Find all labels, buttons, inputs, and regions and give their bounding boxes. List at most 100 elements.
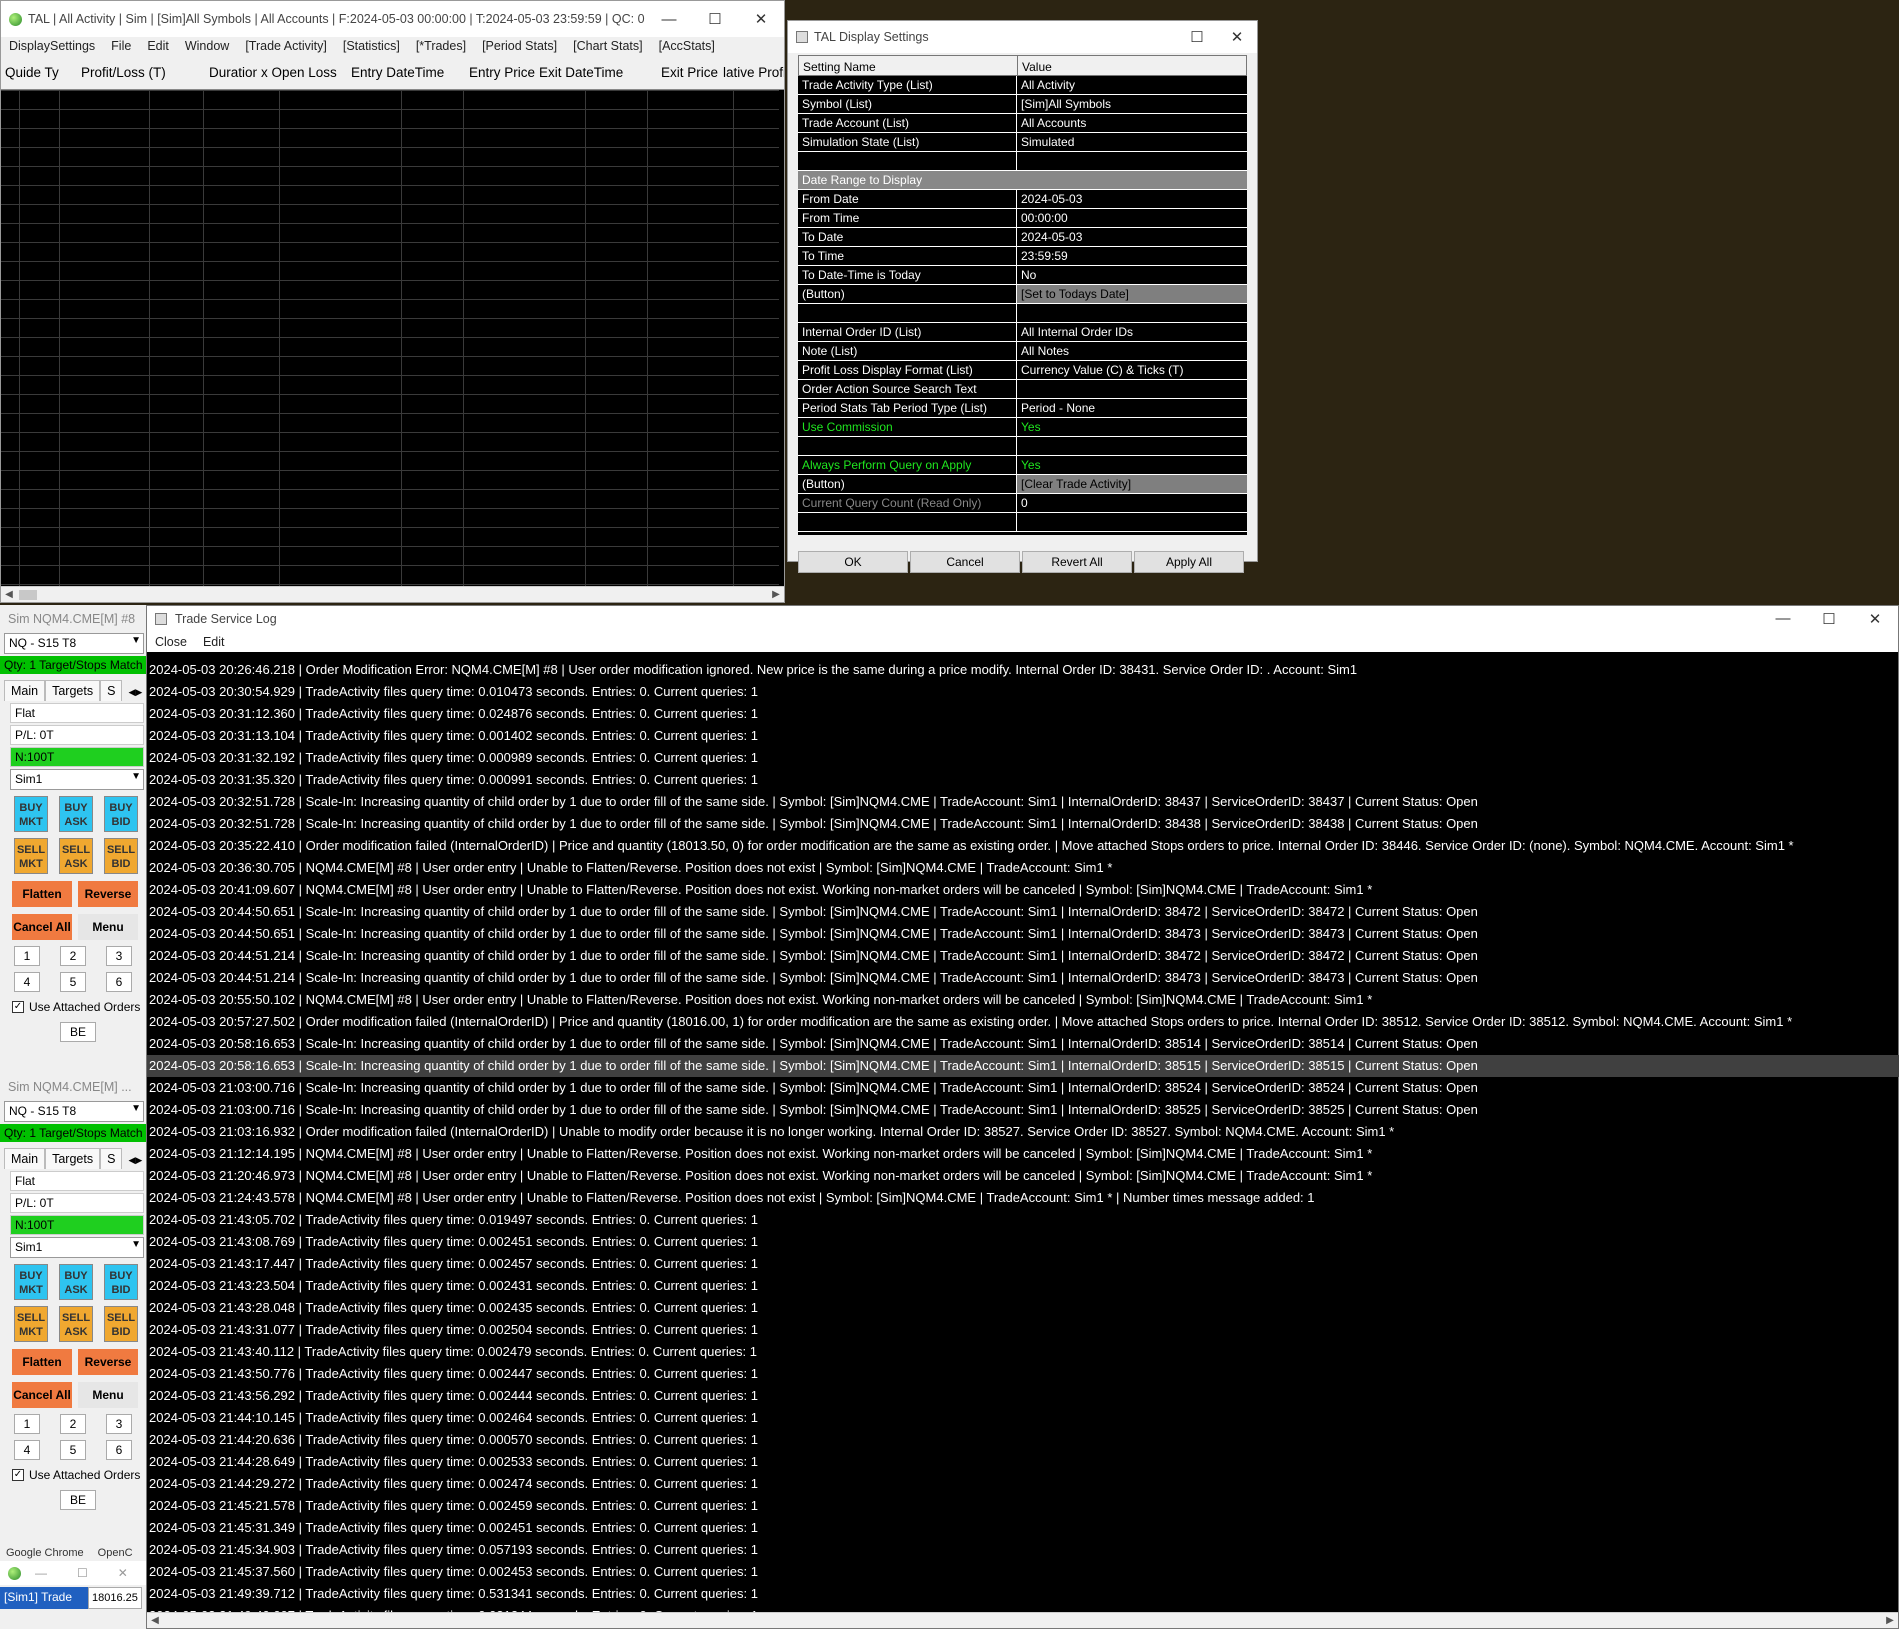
account-combo[interactable]: Sim1 ▼ <box>10 1237 144 1258</box>
log-line[interactable]: 2024-05-03 21:43:28.048 | TradeActivity … <box>147 1297 1899 1319</box>
log-titlebar[interactable]: Trade Service Log — ☐ ✕ <box>147 606 1898 631</box>
settings-row[interactable]: Internal Order ID (List) All Internal Ord… <box>798 323 1247 342</box>
cancel-all-button[interactable]: Cancel All <box>12 914 72 940</box>
dom-tab[interactable]: Main <box>4 680 46 701</box>
settings-row[interactable]: Profit Loss Display Format (List) Currenc… <box>798 361 1247 380</box>
sell-button[interactable]: SELL MKT <box>14 838 48 874</box>
setting-value[interactable]: All Accounts <box>1017 114 1247 132</box>
chevron-down-icon[interactable]: ▼ <box>131 771 141 782</box>
qty-button-2[interactable]: 2 <box>60 1414 86 1434</box>
column-header[interactable]: Duration <box>205 65 257 80</box>
log-menu-item[interactable]: Close <box>147 635 195 649</box>
log-line[interactable]: 2024-05-03 21:03:16.932 | Order modifica… <box>147 1121 1899 1143</box>
log-line[interactable]: 2024-05-03 20:26:46.218 | Order Modifica… <box>147 659 1899 681</box>
chevron-down-icon[interactable]: ▼ <box>131 635 141 646</box>
buy-button[interactable]: BUY ASK <box>59 796 93 832</box>
dom-tab[interactable]: S <box>100 680 123 701</box>
be-button[interactable]: BE <box>60 1022 96 1042</box>
buy-button[interactable]: BUY MKT <box>14 1264 48 1300</box>
log-line[interactable]: 2024-05-03 20:31:12.360 | TradeActivity … <box>147 703 1899 725</box>
apply-all-button[interactable]: Apply All <box>1134 551 1244 573</box>
log-line[interactable]: 2024-05-03 21:43:08.769 | TradeActivity … <box>147 1231 1899 1253</box>
log-line[interactable]: 2024-05-03 20:32:51.728 | Scale-In: Incr… <box>147 791 1899 813</box>
menu-item[interactable]: File <box>103 39 139 53</box>
column-header[interactable]: Exit Price <box>657 65 719 80</box>
log-line[interactable]: 2024-05-03 20:44:50.651 | Scale-In: Incr… <box>147 923 1899 945</box>
minimize-icon[interactable]: — <box>1760 610 1806 627</box>
column-header[interactable]: Entry Price <box>465 65 535 80</box>
tab-scroll-icon[interactable]: ◀▶ <box>122 684 146 701</box>
log-line[interactable]: 2024-05-03 21:12:14.195 | NQM4.CME[M] #8… <box>147 1143 1899 1165</box>
settings-row[interactable]: Trade Account (List) All Accounts <box>798 114 1247 133</box>
menu-button[interactable]: Menu <box>78 1382 138 1408</box>
setting-value[interactable]: 2024-05-03 <box>1017 190 1247 208</box>
column-header[interactable]: lative Profit/Lo <box>719 65 784 80</box>
log-line[interactable]: 2024-05-03 21:43:17.447 | TradeActivity … <box>147 1253 1899 1275</box>
minimize-icon[interactable]: — <box>35 1566 47 1580</box>
use-attached-orders-checkbox[interactable]: ✓ Use Attached Orders <box>12 1000 146 1014</box>
settings-row[interactable]: (Button) [Set to Todays Date] <box>798 285 1247 304</box>
minimize-icon[interactable]: — <box>646 11 692 28</box>
taskbar-item-other[interactable]: OpenC <box>98 1547 133 1561</box>
settings-row[interactable]: Period Stats Tab Period Type (List) Perio… <box>798 399 1247 418</box>
tab-scroll-icon[interactable]: ◀▶ <box>122 1152 146 1169</box>
scroll-left-icon[interactable]: ◀ <box>1 587 17 603</box>
sell-button[interactable]: SELL BID <box>104 1306 138 1342</box>
chevron-down-icon[interactable]: ▼ <box>131 1239 141 1250</box>
column-header[interactable]: Quide Ty <box>1 65 77 80</box>
log-line[interactable]: 2024-05-03 20:30:54.929 | TradeActivity … <box>147 681 1899 703</box>
log-line[interactable]: 2024-05-03 20:35:22.410 | Order modifica… <box>147 835 1899 857</box>
menu-button[interactable]: Menu <box>78 914 138 940</box>
maximize-icon[interactable]: ☐ <box>1806 610 1852 628</box>
close-icon[interactable]: ✕ <box>738 10 784 28</box>
buy-button[interactable]: BUY BID <box>104 796 138 832</box>
reverse-button[interactable]: Reverse <box>78 1349 138 1375</box>
log-line[interactable]: 2024-05-03 21:43:23.504 | TradeActivity … <box>147 1275 1899 1297</box>
log-line[interactable]: 2024-05-03 21:44:29.272 | TradeActivity … <box>147 1473 1899 1495</box>
settings-row[interactable] <box>798 437 1247 456</box>
dom-title[interactable]: Sim NQM4.CME[M] ... <box>0 1073 146 1101</box>
buy-button[interactable]: BUY MKT <box>14 796 48 832</box>
log-line[interactable]: 2024-05-03 21:43:31.077 | TradeActivity … <box>147 1319 1899 1341</box>
log-line[interactable]: 2024-05-03 21:44:10.145 | TradeActivity … <box>147 1407 1899 1429</box>
settings-row[interactable]: Current Query Count (Read Only) 0 <box>798 494 1247 513</box>
log-line[interactable]: 2024-05-03 20:32:51.728 | Scale-In: Incr… <box>147 813 1899 835</box>
setting-value[interactable] <box>1017 171 1247 189</box>
qty-button-3[interactable]: 3 <box>106 1414 132 1434</box>
setting-value[interactable]: Yes <box>1017 456 1247 474</box>
settings-row[interactable]: To Date 2024-05-03 <box>798 228 1247 247</box>
qty-button-3[interactable]: 3 <box>106 946 132 966</box>
log-line[interactable]: 2024-05-03 21:43:56.292 | TradeActivity … <box>147 1385 1899 1407</box>
log-line[interactable]: 2024-05-03 21:45:31.349 | TradeActivity … <box>147 1517 1899 1539</box>
dom-tab[interactable]: Main <box>4 1148 46 1169</box>
log-line[interactable]: 2024-05-03 20:57:27.502 | Order modifica… <box>147 1011 1899 1033</box>
dom-tab[interactable]: Targets <box>45 680 101 701</box>
ok-button[interactable]: OK <box>798 551 908 573</box>
log-line[interactable]: 2024-05-03 21:03:00.716 | Scale-In: Incr… <box>147 1077 1899 1099</box>
qty-button-2[interactable]: 2 <box>60 946 86 966</box>
trades-grid[interactable] <box>1 90 779 587</box>
log-line[interactable]: 2024-05-03 21:43:40.112 | TradeActivity … <box>147 1341 1899 1363</box>
scroll-thumb[interactable] <box>19 590 37 600</box>
maximize-icon[interactable]: ☐ <box>77 1566 88 1580</box>
setting-value[interactable] <box>1017 513 1247 531</box>
sell-button[interactable]: SELL BID <box>104 838 138 874</box>
settings-row[interactable]: Order Action Source Search Text <box>798 380 1247 399</box>
settings-row[interactable]: (Button) [Clear Trade Activity] <box>798 475 1247 494</box>
reverse-button[interactable]: Reverse <box>78 881 138 907</box>
close-icon[interactable]: ✕ <box>1852 610 1898 628</box>
column-header[interactable]: Entry DateTime <box>347 65 465 80</box>
setting-value[interactable]: [Set to Todays Date] <box>1017 285 1247 303</box>
settings-row[interactable]: From Time 00:00:00 <box>798 209 1247 228</box>
settings-row[interactable]: Always Perform Query on Apply Yes <box>798 456 1247 475</box>
settings-row[interactable]: From Date 2024-05-03 <box>798 190 1247 209</box>
setting-value[interactable]: 00:00:00 <box>1017 209 1247 227</box>
settings-row[interactable]: Symbol (List) [Sim]All Symbols <box>798 95 1247 114</box>
log-line[interactable]: 2024-05-03 20:58:16.653 | Scale-In: Incr… <box>147 1033 1899 1055</box>
be-button[interactable]: BE <box>60 1490 96 1510</box>
taskbar-item-chrome[interactable]: Google Chrome <box>6 1547 84 1561</box>
dom-tab[interactable]: Targets <box>45 1148 101 1169</box>
menu-item[interactable]: [Trade Activity] <box>237 39 335 53</box>
setting-value[interactable]: All Internal Order IDs <box>1017 323 1247 341</box>
log-line[interactable]: 2024-05-03 20:31:32.192 | TradeActivity … <box>147 747 1899 769</box>
